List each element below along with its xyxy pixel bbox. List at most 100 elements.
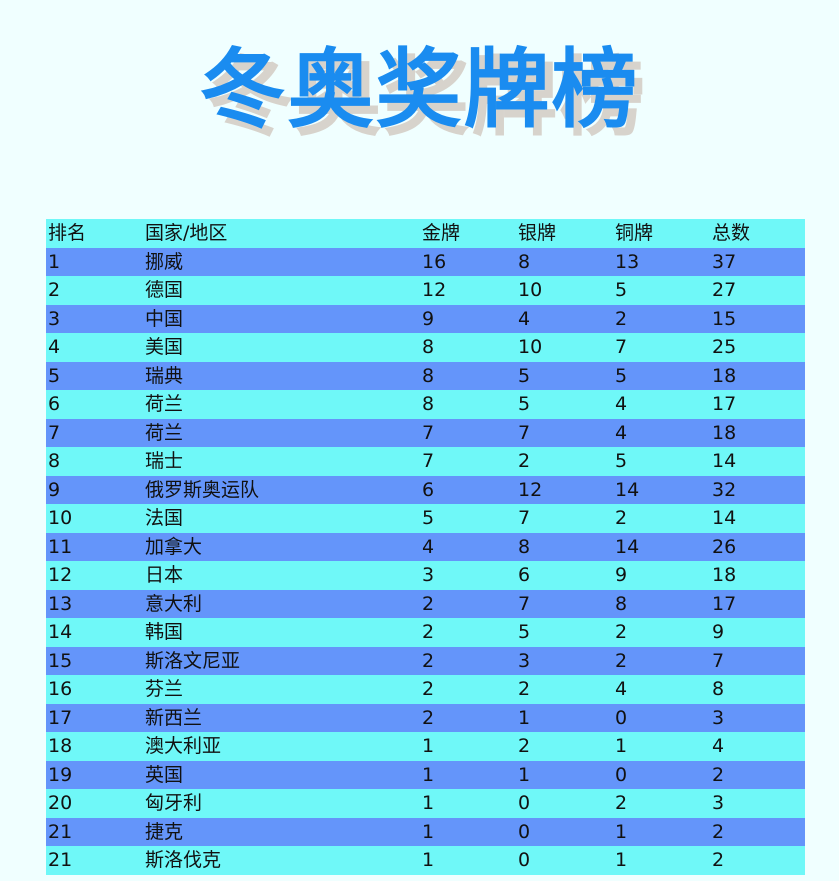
cell-gold: 7 <box>422 450 435 473</box>
cell-total: 17 <box>712 592 737 615</box>
table-row: 18 澳大利亚 1 2 1 4 <box>46 732 805 761</box>
cell-country: 荷兰 <box>145 393 184 416</box>
cell-rank: 12 <box>48 564 73 587</box>
cell-country: 加拿大 <box>145 535 203 558</box>
cell-country: 澳大利亚 <box>145 735 222 758</box>
cell-rank: 13 <box>48 592 73 615</box>
table-row: 17 新西兰 2 1 0 3 <box>46 703 805 732</box>
cell-gold: 2 <box>422 706 435 729</box>
table-body: 1 挪威 16 8 13 37 2 德国 12 10 5 27 3 中国 9 4 2 15 4 美国 8 10 7 25 5 瑞典… <box>46 247 805 875</box>
cell-silver: 12 <box>518 478 543 501</box>
page-title: 冬奥奖牌榜 <box>199 40 640 140</box>
cell-bronze: 5 <box>615 364 628 387</box>
cell-rank: 11 <box>48 535 73 558</box>
cell-silver: 7 <box>518 421 531 444</box>
cell-country: 新西兰 <box>145 706 203 729</box>
cell-gold: 9 <box>422 307 435 330</box>
cell-total: 32 <box>712 478 737 501</box>
cell-bronze: 5 <box>615 279 628 302</box>
cell-bronze: 2 <box>615 307 628 330</box>
cell-silver: 5 <box>518 364 531 387</box>
cell-bronze: 4 <box>615 421 628 444</box>
table-row: 2 德国 12 10 5 27 <box>46 276 805 305</box>
table-header-row: 排名 国家/地区 金牌 银牌 铜牌 总数 <box>46 219 805 248</box>
cell-gold: 2 <box>422 678 435 701</box>
table-row: 16 芬兰 2 2 4 8 <box>46 675 805 704</box>
cell-bronze: 9 <box>615 564 628 587</box>
cell-bronze: 0 <box>615 706 628 729</box>
cell-silver: 0 <box>518 792 531 815</box>
cell-rank: 14 <box>48 621 73 644</box>
cell-total: 37 <box>712 250 737 273</box>
cell-total: 2 <box>712 763 725 786</box>
cell-silver: 5 <box>518 621 531 644</box>
medal-table-container[interactable]: 排名 国家/地区 金牌 银牌 铜牌 总数 1 挪威 16 8 13 37 2 德国 12 10 5 2… <box>46 219 805 875</box>
cell-gold: 1 <box>422 735 435 758</box>
header-country: 国家/地区 <box>145 222 228 245</box>
cell-gold: 6 <box>422 478 435 501</box>
table-row: 6 荷兰 8 5 4 17 <box>46 390 805 419</box>
cell-rank: 15 <box>48 649 73 672</box>
cell-rank: 1 <box>48 250 61 273</box>
cell-bronze: 7 <box>615 336 628 359</box>
cell-total: 2 <box>712 820 725 843</box>
cell-country: 斯洛文尼亚 <box>145 649 241 672</box>
cell-rank: 18 <box>48 735 73 758</box>
cell-rank: 20 <box>48 792 73 815</box>
cell-total: 17 <box>712 393 737 416</box>
cell-country: 韩国 <box>145 621 184 644</box>
table-row: 4 美国 8 10 7 25 <box>46 333 805 362</box>
table-row: 10 法国 5 7 2 14 <box>46 504 805 533</box>
cell-total: 4 <box>712 735 725 758</box>
cell-gold: 1 <box>422 763 435 786</box>
cell-silver: 10 <box>518 336 543 359</box>
table-row: 1 挪威 16 8 13 37 <box>46 247 805 276</box>
cell-country: 瑞典 <box>145 364 184 387</box>
cell-rank: 3 <box>48 307 61 330</box>
cell-total: 9 <box>712 621 725 644</box>
header-bronze: 铜牌 <box>615 222 654 245</box>
cell-bronze: 5 <box>615 450 628 473</box>
table-row: 13 意大利 2 7 8 17 <box>46 589 805 618</box>
cell-silver: 4 <box>518 307 531 330</box>
cell-total: 26 <box>712 535 737 558</box>
cell-gold: 3 <box>422 564 435 587</box>
cell-total: 8 <box>712 678 725 701</box>
cell-country: 中国 <box>145 307 184 330</box>
cell-bronze: 1 <box>615 820 628 843</box>
cell-gold: 8 <box>422 364 435 387</box>
header-total: 总数 <box>712 222 751 245</box>
cell-total: 14 <box>712 450 737 473</box>
cell-total: 18 <box>712 421 737 444</box>
cell-gold: 8 <box>422 336 435 359</box>
cell-gold: 1 <box>422 849 435 872</box>
cell-country: 美国 <box>145 336 184 359</box>
table-row: 20 匈牙利 1 0 2 3 <box>46 789 805 818</box>
cell-total: 14 <box>712 507 737 530</box>
cell-total: 25 <box>712 336 737 359</box>
cell-silver: 5 <box>518 393 531 416</box>
cell-gold: 2 <box>422 649 435 672</box>
cell-rank: 4 <box>48 336 61 359</box>
cell-country: 斯洛伐克 <box>145 849 222 872</box>
cell-country: 匈牙利 <box>145 792 203 815</box>
cell-gold: 4 <box>422 535 435 558</box>
cell-country: 法国 <box>145 507 184 530</box>
cell-country: 德国 <box>145 279 184 302</box>
cell-bronze: 1 <box>615 735 628 758</box>
table-row: 5 瑞典 8 5 5 18 <box>46 361 805 390</box>
cell-rank: 6 <box>48 393 61 416</box>
cell-country: 俄罗斯奥运队 <box>145 478 260 501</box>
cell-total: 15 <box>712 307 737 330</box>
cell-gold: 5 <box>422 507 435 530</box>
cell-bronze: 14 <box>615 478 640 501</box>
cell-rank: 21 <box>48 849 73 872</box>
cell-bronze: 13 <box>615 250 640 273</box>
cell-rank: 2 <box>48 279 61 302</box>
cell-bronze: 0 <box>615 763 628 786</box>
cell-bronze: 4 <box>615 678 628 701</box>
table-row: 7 荷兰 7 7 4 18 <box>46 418 805 447</box>
cell-total: 3 <box>712 706 725 729</box>
cell-silver: 8 <box>518 535 531 558</box>
cell-silver: 6 <box>518 564 531 587</box>
